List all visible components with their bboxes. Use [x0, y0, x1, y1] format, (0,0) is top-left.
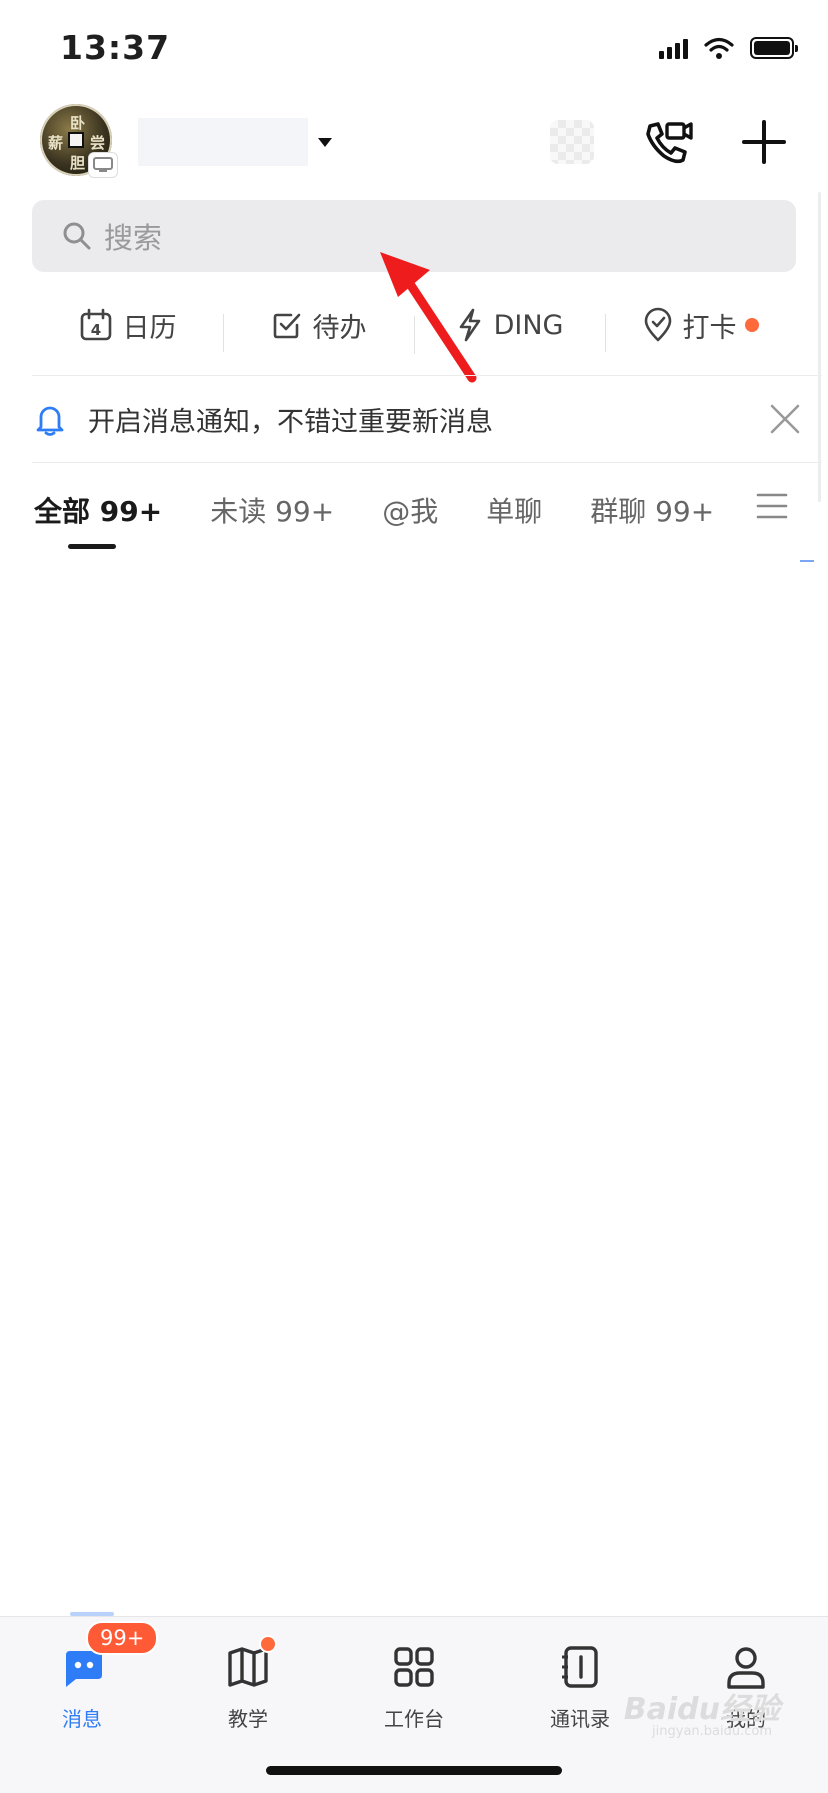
- scroll-marker: [800, 560, 814, 562]
- checkbox-icon: [273, 313, 300, 339]
- search-icon: [63, 222, 91, 250]
- bell-icon: [36, 406, 64, 436]
- chevron-down-icon[interactable]: [318, 138, 332, 147]
- plus-icon[interactable]: [736, 114, 792, 170]
- wifi-icon: [704, 37, 734, 59]
- quick-action-calendar[interactable]: 4 日历: [32, 306, 223, 345]
- nav-label: 工作台: [384, 1707, 444, 1731]
- status-time: 13:37: [60, 28, 171, 67]
- divider: [32, 462, 822, 463]
- username-redacted[interactable]: [138, 118, 308, 166]
- quick-action-checkin[interactable]: 打卡: [605, 306, 796, 352]
- desktop-status-icon: [88, 152, 118, 178]
- cellular-signal-icon: [659, 37, 688, 59]
- status-blurred-icon[interactable]: [550, 120, 594, 164]
- lightning-icon: [459, 308, 480, 342]
- unread-dot: [259, 1635, 277, 1653]
- contacts-icon: [562, 1646, 598, 1688]
- location-pin-icon: [644, 307, 671, 342]
- home-indicator[interactable]: [266, 1766, 562, 1775]
- tab-unread[interactable]: 未读 99+: [210, 490, 334, 530]
- unread-dot: [744, 318, 759, 332]
- avatar-char: 薪: [48, 134, 64, 152]
- tab-mentions[interactable]: @我: [382, 490, 438, 530]
- nav-label: 教学: [228, 1707, 268, 1731]
- watermark-logo: Baidu经验: [623, 1692, 780, 1727]
- scrollbar[interactable]: [818, 192, 821, 502]
- avatar-char: 胆: [70, 154, 86, 172]
- coin-hole: [68, 132, 84, 148]
- status-icons: [659, 36, 798, 60]
- nav-item-contacts[interactable]: 通讯录: [520, 1643, 640, 1732]
- menu-icon[interactable]: [756, 492, 788, 520]
- tab-all[interactable]: 全部 99+: [34, 490, 162, 530]
- video-call-icon[interactable]: [640, 114, 696, 170]
- quick-action-ding[interactable]: DING: [414, 308, 605, 354]
- calendar-icon: 4: [80, 308, 111, 341]
- unread-count-badge: 99+: [86, 1621, 159, 1655]
- avatar-char: 尝: [90, 134, 106, 152]
- quick-action-todo[interactable]: 待办: [223, 306, 414, 352]
- calendar-date: 4: [90, 321, 100, 339]
- grid-icon: [394, 1647, 434, 1687]
- tab-active-indicator: [68, 544, 116, 549]
- watermark-url: jingyan.baidu.com: [652, 1724, 772, 1739]
- nav-item-messages[interactable]: 消息: [22, 1643, 142, 1732]
- nav-item-teaching[interactable]: 教学: [188, 1643, 308, 1732]
- close-icon[interactable]: [768, 402, 802, 436]
- nav-label: 消息: [62, 1707, 102, 1731]
- nav-label: 通讯录: [550, 1707, 610, 1731]
- quick-action-label: 日历: [122, 312, 177, 344]
- notification-banner[interactable]: 开启消息通知，不错过重要新消息: [32, 376, 812, 462]
- avatar-char: 卧: [70, 114, 86, 132]
- search-placeholder: 搜索: [104, 221, 163, 255]
- tab-group-chat[interactable]: 群聊 99+: [590, 490, 714, 530]
- battery-icon: [750, 37, 798, 59]
- filter-tabs: 全部 99+ 未读 99+ @我 单聊 群聊 99+: [34, 482, 762, 538]
- notification-banner-text: 开启消息通知，不错过重要新消息: [88, 406, 493, 438]
- quick-action-label: 打卡: [682, 312, 737, 344]
- nav-item-workbench[interactable]: 工作台: [354, 1643, 474, 1732]
- quick-actions-bar: 4 日历 待办 DING 打卡: [32, 290, 796, 360]
- quick-action-label: 待办: [312, 312, 367, 344]
- tab-single-chat[interactable]: 单聊: [486, 490, 542, 530]
- quick-action-label: DING: [493, 309, 564, 341]
